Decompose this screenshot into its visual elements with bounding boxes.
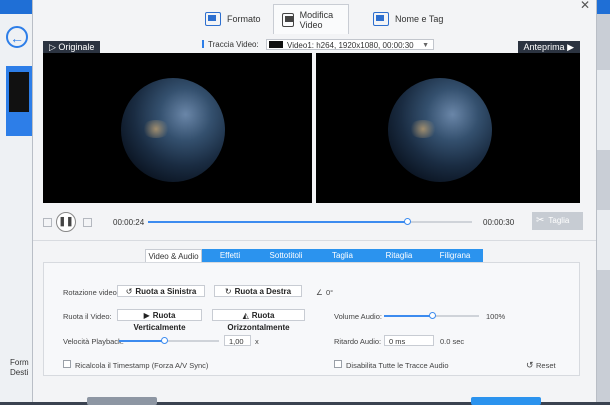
frame-forward-icon[interactable] [83, 218, 92, 227]
volume-label: Volume Audio: [334, 312, 382, 321]
dialog-tabs: Formato Modifica Video Nome e Tag [33, 0, 596, 36]
preview-video[interactable] [316, 53, 580, 203]
rotation-value: 0° [326, 288, 334, 297]
delay-input[interactable]: 0 ms [384, 335, 434, 346]
subtab-filigrana[interactable]: Filigrana [427, 249, 483, 262]
preview-header: ▷ Originale Traccia Video: Video1: h264,… [42, 38, 580, 53]
preview-tag: Anteprima ▶ [517, 41, 580, 53]
original-video[interactable] [43, 53, 312, 203]
file-thumbnail[interactable] [6, 66, 32, 136]
tag-icon [373, 12, 389, 26]
timestamp-label: Ricalcola il Timestamp (Forza A/V Sync) [75, 361, 209, 370]
cut-button[interactable]: ✂ Taglia [532, 212, 583, 230]
pause-button[interactable]: ❚❚ [56, 212, 76, 232]
speed-handle[interactable] [161, 337, 168, 344]
scissors-icon: ✂ [536, 215, 545, 226]
app-right-panel-section [595, 210, 610, 270]
volume-handle[interactable] [428, 312, 436, 319]
total-time: 00:00:30 [483, 218, 515, 227]
subtab-ritaglia[interactable]: Ritaglia [371, 249, 427, 262]
seek-handle[interactable] [404, 218, 412, 225]
video-audio-panel: Rotazione video: ↺ Ruota a Sinistra ↻ Ruot… [43, 262, 580, 376]
video-thumbnail-image [9, 72, 29, 112]
speed-slider[interactable] [119, 337, 219, 344]
subtab-video-audio[interactable]: Video & Audio [145, 249, 202, 262]
speed-unit: x [255, 337, 259, 346]
flip-label: Ruota il Video: [63, 312, 112, 321]
flip-horizontal-label: Ruota Orizzontalmente [227, 311, 290, 332]
reset-label[interactable]: Reset [536, 361, 556, 370]
divider [33, 240, 596, 241]
cancel-button[interactable] [87, 397, 157, 405]
volume-fill [384, 315, 432, 317]
subtab-taglia[interactable]: Taglia [314, 249, 371, 262]
speed-input[interactable]: 1,00 [224, 335, 251, 346]
angle-icon: ∠ [316, 288, 323, 297]
reset-icon[interactable]: ↺ [526, 360, 534, 371]
cut-label: Taglia [548, 216, 570, 225]
ok-button[interactable] [471, 397, 541, 405]
current-time: 00:00:24 [113, 218, 145, 227]
chevron-down-icon: ▼ [422, 42, 429, 49]
tab-label: Modifica Video [299, 9, 334, 30]
delay-label: Ritardo Audio: [334, 337, 382, 346]
speed-label: Velocità Playback: [63, 337, 124, 346]
preview-label: Anteprima [523, 42, 565, 52]
track-label: Traccia Video: [202, 40, 259, 49]
tab-label: Formato [227, 14, 261, 24]
rotate-left-label: Ruota a Sinistra [135, 287, 197, 296]
track-thumbnail [269, 41, 283, 48]
player-controls: ❚❚ 00:00:24 00:00:30 ✂ Taglia [33, 210, 596, 236]
film-edit-icon [282, 12, 294, 27]
disable-tracks-checkbox[interactable] [334, 360, 342, 368]
track-select[interactable]: Video1: h264, 1920x1080, 00:00:30 ▼ [266, 39, 434, 50]
disable-tracks-label: Disabilita Tutte le Tracce Audio [346, 361, 449, 370]
rotate-left-button[interactable]: ↺ Ruota a Sinistra [117, 285, 205, 297]
volume-value: 100% [486, 312, 506, 321]
flip-horizontal-icon: ◭ [242, 311, 249, 320]
track-value: Video1: h264, 1920x1080, 00:00:30 [287, 41, 414, 50]
earth-image [388, 78, 492, 182]
edit-subtabs: Video & Audio Effetti Sottotitoli Taglia… [145, 249, 483, 262]
original-label: Originale [58, 42, 95, 52]
rotate-right-label: Ruota a Destra [234, 287, 292, 296]
rotate-left-icon: ↺ [125, 287, 133, 296]
seek-bar[interactable] [148, 218, 472, 225]
flip-vertical-label: Ruota Verticalmente [133, 311, 186, 332]
subtab-effetti[interactable]: Effetti [202, 249, 258, 262]
flip-vertical-icon: ▶ [143, 311, 150, 320]
timestamp-checkbox[interactable] [63, 360, 71, 368]
volume-slider[interactable] [384, 312, 479, 319]
flip-vertical-button[interactable]: ▶ Ruota Verticalmente [117, 309, 202, 332]
rotate-right-icon: ↻ [224, 287, 232, 296]
format-icon [205, 12, 221, 26]
flip-horizontal-button[interactable]: ◭ Ruota Orizzontalmente [212, 309, 305, 332]
back-arrow-icon[interactable]: ← [6, 26, 28, 48]
subtab-sottotitoli[interactable]: Sottotitoli [258, 249, 314, 262]
tab-label: Nome e Tag [395, 14, 444, 24]
app-right-panel-section [595, 70, 610, 150]
tab-nome-e-tag[interactable]: Nome e Tag [365, 4, 451, 34]
rotate-right-button[interactable]: ↻ Ruota a Destra [214, 285, 302, 297]
rotation-label: Rotazione video: [63, 288, 119, 297]
tab-formato[interactable]: Formato [197, 4, 269, 34]
original-tag: ▷ Originale [43, 41, 101, 53]
format-destination-label: Form Desti [10, 358, 29, 377]
tab-modifica-video[interactable]: Modifica Video [273, 4, 349, 34]
edit-video-dialog: ✕ Formato Modifica Video Nome e Tag ▷ Or… [32, 0, 597, 405]
delay-display: 0.0 sec [440, 337, 465, 346]
frame-back-icon[interactable] [43, 218, 52, 227]
earth-image [121, 78, 225, 182]
speed-fill [119, 340, 164, 342]
seek-progress [148, 221, 408, 223]
